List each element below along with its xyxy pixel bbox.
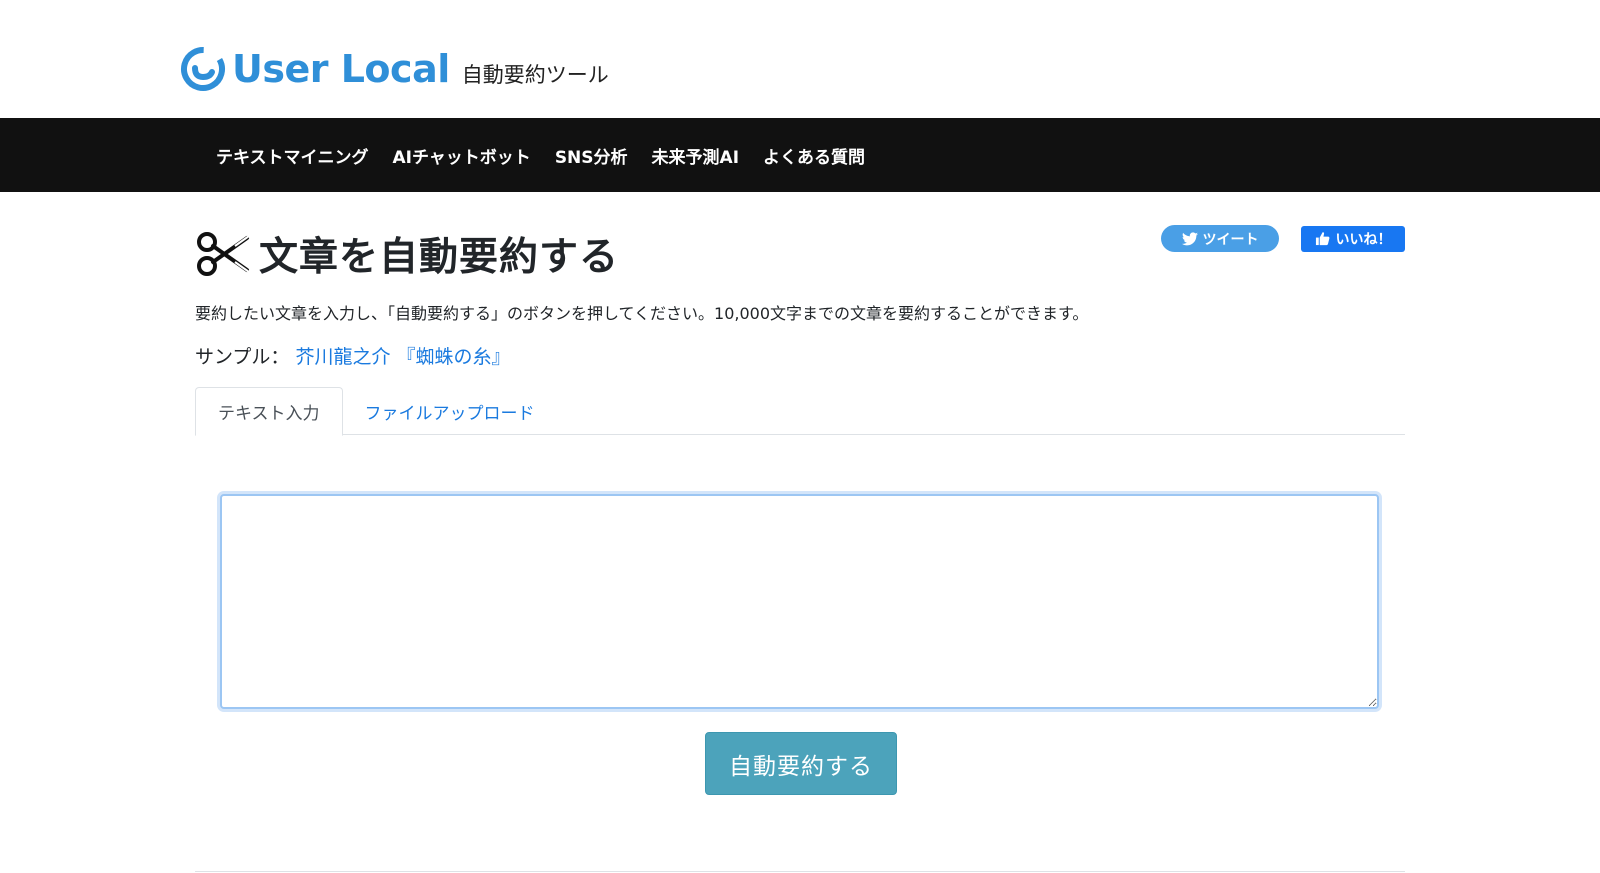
- title-row: 文章を自動要約する: [195, 226, 619, 282]
- tab-text-input[interactable]: テキスト入力: [195, 387, 343, 436]
- sample-row: サンプル： 芥川龍之介 『蜘蛛の糸』: [195, 342, 511, 369]
- nav-item-ai-chatbot[interactable]: AIチャットボット: [381, 143, 543, 168]
- input-tabs: テキスト入力 ファイルアップロード: [195, 387, 1405, 436]
- twitter-bird-icon: [1181, 231, 1198, 245]
- tab-file-upload[interactable]: ファイルアップロード: [343, 387, 557, 435]
- tweet-button-label: ツイート: [1202, 231, 1259, 248]
- social-buttons: ツイート いいね！: [1161, 225, 1405, 252]
- brand-logo-link[interactable]: User Local 自動要約ツール: [180, 40, 609, 98]
- site-header: User Local 自動要約ツール: [0, 0, 1600, 118]
- sample-label: サンプル：: [195, 346, 290, 368]
- tweet-button[interactable]: ツイート: [1161, 225, 1279, 252]
- instructions-text: 要約したい文章を入力し、「自動要約する」のボタンを押してください。10,000文…: [195, 304, 1089, 323]
- nav-item-sns-analysis[interactable]: SNS分析: [543, 143, 640, 168]
- nav-item-future-prediction-ai[interactable]: 未来予測AI: [640, 143, 751, 168]
- page-title: 文章を自動要約する: [259, 235, 620, 280]
- nav-item-text-mining[interactable]: テキストマイニング: [204, 143, 381, 168]
- nav-item-faq[interactable]: よくある質問: [751, 143, 877, 168]
- thumbs-up-icon: [1315, 232, 1329, 246]
- user-local-logo-icon: [181, 47, 225, 91]
- brand-name: User Local: [232, 47, 450, 91]
- like-button-label: いいね！: [1335, 231, 1392, 248]
- like-button[interactable]: いいね！: [1301, 225, 1405, 252]
- scissors-icon: [197, 232, 250, 276]
- summary-input-textarea[interactable]: [220, 494, 1379, 709]
- textarea-wrapper: [220, 494, 1379, 709]
- summarize-button[interactable]: 自動要約する: [705, 732, 897, 795]
- main-navbar: テキストマイニング AIチャットボット SNS分析 未来予測AI よくある質問: [0, 118, 1600, 192]
- sample-link[interactable]: 芥川龍之介 『蜘蛛の糸』: [295, 346, 510, 368]
- divider: [195, 871, 1405, 872]
- nav-list: テキストマイニング AIチャットボット SNS分析 未来予測AI よくある質問: [204, 118, 877, 192]
- brand-tool-name: 自動要約ツール: [461, 63, 609, 87]
